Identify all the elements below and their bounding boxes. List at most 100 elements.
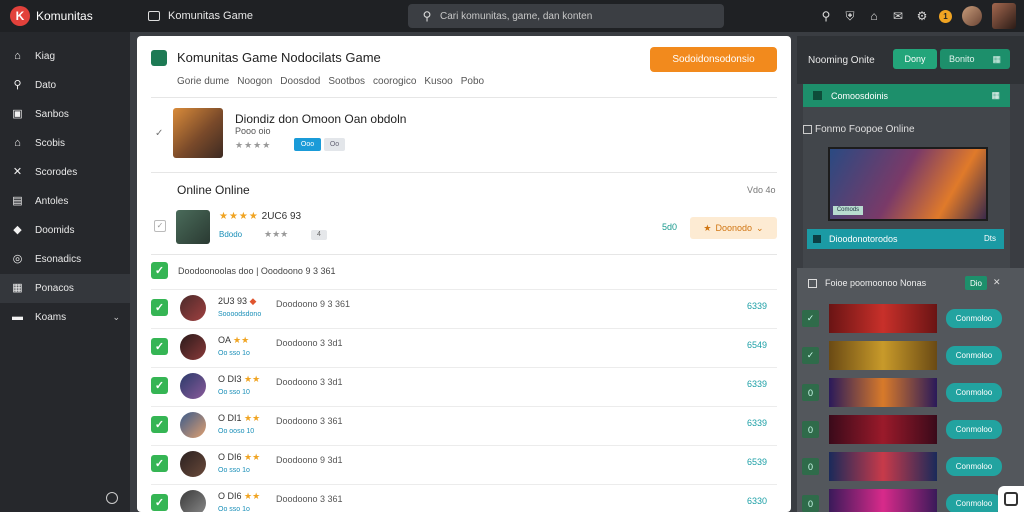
game-thumbnail[interactable]	[180, 373, 206, 399]
featured-title[interactable]: Diondiz don Omoon Oan obdoln	[235, 112, 406, 126]
sidebar-item[interactable]: ▣ Sanbos	[0, 100, 130, 129]
chat-icon[interactable]: ✉	[891, 9, 905, 23]
community-button[interactable]: Conmoloo	[946, 346, 1002, 365]
user-avatar[interactable]	[962, 6, 982, 26]
game-banner[interactable]	[829, 341, 937, 370]
top-actions: ⚲ ⛨ ⌂ ✉ ⚙ 1	[819, 3, 1024, 29]
list-tag[interactable]: Dio	[965, 276, 987, 290]
breadcrumb: Gorie dume Noogon Doosdod Sootbos coorogico K…	[177, 76, 484, 87]
community-button[interactable]: Conmoloo	[946, 383, 1002, 402]
game-thumbnail[interactable]	[176, 210, 210, 244]
featured-game-thumbnail[interactable]	[173, 108, 223, 158]
community-button[interactable]: Conmoloo	[946, 420, 1002, 439]
green-bar[interactable]: Comoosdoinis ▦	[803, 84, 1010, 107]
checkbox[interactable]: 0	[802, 458, 819, 475]
checkbox[interactable]: ✓	[151, 455, 168, 472]
check-icon[interactable]: ✓	[155, 128, 163, 139]
rating: 2U3 93 ◆	[218, 296, 257, 306]
count-badge: 4	[311, 230, 327, 240]
row-price: 6539	[747, 457, 768, 467]
sidebar-item[interactable]: ◎ Esonadics	[0, 245, 130, 274]
sidebar-item[interactable]: ✕ Scorodes	[0, 158, 130, 187]
divider	[151, 97, 777, 98]
breadcrumb-item[interactable]: Noogon	[237, 76, 272, 87]
checkbox[interactable]: ✓	[151, 494, 168, 511]
notification-badge[interactable]: 1	[939, 9, 952, 23]
featured-chip[interactable]: Ooo	[294, 138, 321, 151]
shield-icon[interactable]: ⛨	[843, 9, 857, 24]
game-banner[interactable]	[829, 304, 937, 333]
compass-icon: ◎	[12, 253, 23, 265]
chevron-down-icon[interactable]: ⌄	[112, 312, 120, 323]
checkbox[interactable]: ✓	[151, 338, 168, 355]
right-list-item[interactable]: ✓ Conmoloo	[802, 304, 1019, 334]
checkbox[interactable]: ✓	[802, 310, 819, 327]
game-banner[interactable]	[829, 452, 937, 481]
game-thumbnail[interactable]	[180, 334, 206, 360]
list-item[interactable]: ✓ O DI6 ★★ Oo sso 1o Doodoono 3 361 6330	[151, 484, 777, 512]
home-icon[interactable]: ⌂	[867, 9, 881, 23]
sidebar-item[interactable]: ⌂ Scobis	[0, 129, 130, 158]
settings-icon[interactable]: ⚙	[915, 9, 929, 23]
sidebar-item[interactable]: ▤ Antoles	[0, 187, 130, 216]
game-thumbnail[interactable]	[180, 490, 206, 512]
checkbox[interactable]: ✓	[802, 347, 819, 364]
breadcrumb-item[interactable]: Kusoo	[424, 76, 452, 87]
checkbox[interactable]: ✓	[151, 299, 168, 316]
checkbox[interactable]: ✓	[151, 377, 168, 394]
sidebar-item-label: Sanbos	[35, 109, 69, 120]
community-button[interactable]: Conmoloo	[946, 494, 1002, 512]
profile-avatar[interactable]	[992, 3, 1016, 29]
breadcrumb-item[interactable]: Doosdod	[280, 76, 320, 87]
featured-chip-secondary[interactable]: Oo	[324, 138, 345, 151]
list-header: ✓ Doodoonoolas doo | Ooodoono 9 3 361	[151, 262, 777, 282]
sidebar-item[interactable]: ◆ Doomids	[0, 216, 130, 245]
breadcrumb-item[interactable]: Sootbos	[328, 76, 365, 87]
checkbox[interactable]: ✓	[154, 220, 166, 232]
list-item[interactable]: ✓ O DI3 ★★ Oo sso 10 Doodoono 3 3d1 6339	[151, 367, 777, 405]
game-banner[interactable]	[829, 415, 937, 444]
sidebar-item[interactable]: ▦ Ponacos	[0, 274, 130, 303]
game-thumbnail[interactable]	[180, 295, 206, 321]
checkbox[interactable]: 0	[802, 421, 819, 438]
search-bar[interactable]: ⚲	[408, 4, 724, 28]
sidebar-item[interactable]: ⚲ Dato	[0, 71, 130, 100]
breadcrumb-item[interactable]: Pobo	[461, 76, 484, 87]
community-button[interactable]: Conmoloo	[946, 309, 1002, 328]
sidebar-item[interactable]: ⌂ Kiag	[0, 42, 130, 71]
tab-primary[interactable]: Dony	[893, 49, 937, 69]
checkbox[interactable]: 0	[802, 384, 819, 401]
select-all-checkbox[interactable]: ✓	[151, 262, 168, 279]
list-item[interactable]: ✓ O DI1 ★★ Oo ooso 10 Doodoono 3 361 633…	[151, 406, 777, 444]
search-icon[interactable]: ⚲	[819, 9, 833, 23]
chat-icon	[1004, 492, 1018, 506]
list-item[interactable]: ✓ 2U3 93 ◆ Soooodsdono Doodoono 9 3 361 …	[151, 289, 777, 327]
checkbox[interactable]: 0	[802, 495, 819, 512]
tab-secondary[interactable]: Bonito ▦	[940, 49, 1010, 69]
close-icon[interactable]: ✕	[993, 277, 1001, 288]
highlight-row[interactable]: ✓ ★★★★ 2UC6 93 Bdodo ★★★ 4 5d0 ★ Doonodo ⌄	[151, 206, 777, 250]
game-thumbnail[interactable]	[180, 412, 206, 438]
list-item[interactable]: ✓ OA ★★ Oo sso 1o Doodoono 3 3d1 6549	[151, 328, 777, 366]
breadcrumb-item[interactable]: coorogico	[373, 76, 416, 87]
right-list-item[interactable]: 0 Conmoloo	[802, 415, 1019, 445]
right-list-item[interactable]: ✓ Conmoloo	[802, 341, 1019, 371]
teal-bar[interactable]: Dioodonotorodos Dts	[807, 229, 1004, 249]
highlight-action-button[interactable]: ★ Doonodo ⌄	[690, 217, 777, 239]
breadcrumb-item[interactable]: Gorie dume	[177, 76, 229, 87]
app-brand[interactable]: K Komunitas	[0, 0, 130, 32]
settings-icon[interactable]	[106, 492, 118, 504]
community-button[interactable]: Conmoloo	[946, 457, 1002, 476]
right-list-item[interactable]: 0 Conmoloo	[802, 378, 1019, 408]
game-thumbnail[interactable]	[180, 451, 206, 477]
search-input[interactable]	[440, 10, 720, 22]
game-banner[interactable]	[829, 378, 937, 407]
right-list-item[interactable]: 0 Conmoloo	[802, 452, 1019, 482]
checkbox[interactable]: ✓	[151, 416, 168, 433]
panel-title: Komunitas Game Nodocilats Game	[177, 50, 381, 65]
list-item[interactable]: ✓ O DI6 ★★ Oo sso 1o Doodoono 9 3d1 6539	[151, 445, 777, 483]
sidebar-item[interactable]: ▬ Koams ⌄	[0, 303, 130, 332]
game-banner[interactable]	[829, 489, 937, 512]
primary-action-button[interactable]: Sodoidonsodonsio	[650, 47, 777, 72]
right-list-item[interactable]: 0 Conmoloo	[802, 489, 1019, 512]
